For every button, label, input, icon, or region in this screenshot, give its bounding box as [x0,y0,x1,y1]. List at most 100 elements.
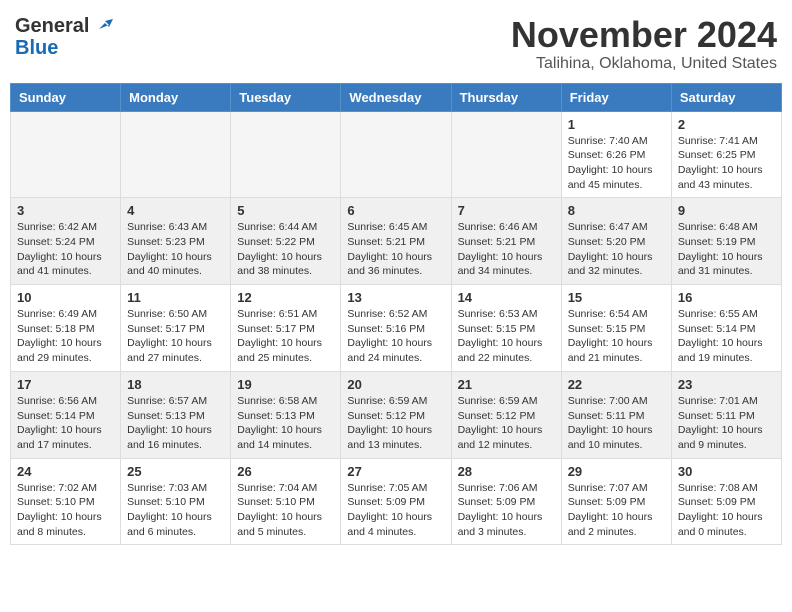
day-number: 12 [237,290,334,305]
day-info: Sunrise: 6:59 AMSunset: 5:12 PMDaylight:… [347,394,444,453]
weekday-header-saturday: Saturday [671,83,781,111]
day-number: 15 [568,290,665,305]
day-number: 21 [458,377,555,392]
day-number: 29 [568,464,665,479]
day-number: 9 [678,203,775,218]
month-title: November 2024 [511,15,777,55]
day-info: Sunrise: 7:06 AMSunset: 5:09 PMDaylight:… [458,481,555,540]
calendar-day-29: 29 Sunrise: 7:07 AMSunset: 5:09 PMDayligh… [561,458,671,545]
weekday-header-thursday: Thursday [451,83,561,111]
day-info: Sunrise: 6:55 AMSunset: 5:14 PMDaylight:… [678,307,775,366]
day-number: 4 [127,203,224,218]
day-number: 13 [347,290,444,305]
day-info: Sunrise: 7:03 AMSunset: 5:10 PMDaylight:… [127,481,224,540]
day-number: 23 [678,377,775,392]
calendar-day-7: 7 Sunrise: 6:46 AMSunset: 5:21 PMDaylight… [451,198,561,285]
day-info: Sunrise: 6:46 AMSunset: 5:21 PMDaylight:… [458,220,555,279]
weekday-header-sunday: Sunday [11,83,121,111]
calendar-day-21: 21 Sunrise: 6:59 AMSunset: 5:12 PMDayligh… [451,371,561,458]
calendar-day-22: 22Sunrise: 7:00 AMSunset: 5:11 PMDayligh… [561,371,671,458]
week-row-1: 1 Sunrise: 7:40 AMSunset: 6:26 PMDaylight… [11,111,782,198]
day-number: 8 [568,203,665,218]
day-info: Sunrise: 6:51 AMSunset: 5:17 PMDaylight:… [237,307,334,366]
day-info: Sunrise: 7:02 AMSunset: 5:10 PMDaylight:… [17,481,114,540]
logo: General Blue [15,15,113,59]
calendar-day-4: 4 Sunrise: 6:43 AMSunset: 5:23 PMDaylight… [121,198,231,285]
calendar-day-2: 2 Sunrise: 7:41 AMSunset: 6:25 PMDaylight… [671,111,781,198]
calendar-day-1: 1 Sunrise: 7:40 AMSunset: 6:26 PMDaylight… [561,111,671,198]
day-number: 20 [347,377,444,392]
day-info: Sunrise: 7:04 AMSunset: 5:10 PMDaylight:… [237,481,334,540]
calendar-day-24: 24 Sunrise: 7:02 AMSunset: 5:10 PMDayligh… [11,458,121,545]
day-info: Sunrise: 7:01 AMSunset: 5:11 PMDaylight:… [678,394,775,453]
calendar-day-9: 9 Sunrise: 6:48 AMSunset: 5:19 PMDaylight… [671,198,781,285]
day-number: 5 [237,203,334,218]
calendar-day-empty [121,111,231,198]
day-info: Sunrise: 6:50 AMSunset: 5:17 PMDaylight:… [127,307,224,366]
day-info: Sunrise: 6:56 AMSunset: 5:14 PMDaylight:… [17,394,114,453]
weekday-header-row: SundayMondayTuesdayWednesdayThursdayFrid… [11,83,782,111]
calendar-day-empty [231,111,341,198]
day-number: 18 [127,377,224,392]
day-number: 28 [458,464,555,479]
calendar-day-27: 27 Sunrise: 7:05 AMSunset: 5:09 PMDayligh… [341,458,451,545]
day-info: Sunrise: 6:45 AMSunset: 5:21 PMDaylight:… [347,220,444,279]
day-info: Sunrise: 7:40 AMSunset: 6:26 PMDaylight:… [568,134,665,193]
day-info: Sunrise: 6:49 AMSunset: 5:18 PMDaylight:… [17,307,114,366]
day-info: Sunrise: 7:41 AMSunset: 6:25 PMDaylight:… [678,134,775,193]
calendar-day-12: 12 Sunrise: 6:51 AMSunset: 5:17 PMDayligh… [231,285,341,372]
day-number: 30 [678,464,775,479]
calendar-day-13: 13Sunrise: 6:52 AMSunset: 5:16 PMDayligh… [341,285,451,372]
day-info: Sunrise: 7:00 AMSunset: 5:11 PMDaylight:… [568,394,665,453]
day-number: 26 [237,464,334,479]
weekday-header-monday: Monday [121,83,231,111]
day-info: Sunrise: 7:05 AMSunset: 5:09 PMDaylight:… [347,481,444,540]
calendar-day-16: 16 Sunrise: 6:55 AMSunset: 5:14 PMDayligh… [671,285,781,372]
page-header: General Blue November 2024 Talihina, Okl… [10,10,782,73]
day-number: 1 [568,117,665,132]
calendar-day-15: 15 Sunrise: 6:54 AMSunset: 5:15 PMDayligh… [561,285,671,372]
calendar-day-3: 3 Sunrise: 6:42 AMSunset: 5:24 PMDaylight… [11,198,121,285]
day-info: Sunrise: 6:54 AMSunset: 5:15 PMDaylight:… [568,307,665,366]
day-number: 27 [347,464,444,479]
day-number: 2 [678,117,775,132]
day-number: 16 [678,290,775,305]
calendar-day-23: 23 Sunrise: 7:01 AMSunset: 5:11 PMDayligh… [671,371,781,458]
day-number: 14 [458,290,555,305]
day-info: Sunrise: 6:53 AMSunset: 5:15 PMDaylight:… [458,307,555,366]
calendar-day-8: 8 Sunrise: 6:47 AMSunset: 5:20 PMDaylight… [561,198,671,285]
calendar-day-14: 14 Sunrise: 6:53 AMSunset: 5:15 PMDayligh… [451,285,561,372]
day-info: Sunrise: 7:08 AMSunset: 5:09 PMDaylight:… [678,481,775,540]
weekday-header-wednesday: Wednesday [341,83,451,111]
day-number: 19 [237,377,334,392]
day-info: Sunrise: 6:57 AMSunset: 5:13 PMDaylight:… [127,394,224,453]
logo-text-blue: Blue [15,37,58,59]
calendar-day-20: 20 Sunrise: 6:59 AMSunset: 5:12 PMDayligh… [341,371,451,458]
calendar-day-19: 19 Sunrise: 6:58 AMSunset: 5:13 PMDayligh… [231,371,341,458]
day-number: 17 [17,377,114,392]
calendar-day-6: 6Sunrise: 6:45 AMSunset: 5:21 PMDaylight… [341,198,451,285]
calendar-day-26: 26 Sunrise: 7:04 AMSunset: 5:10 PMDayligh… [231,458,341,545]
week-row-4: 17 Sunrise: 6:56 AMSunset: 5:14 PMDayligh… [11,371,782,458]
day-info: Sunrise: 6:59 AMSunset: 5:12 PMDaylight:… [458,394,555,453]
logo-text-general: General [15,15,89,37]
day-info: Sunrise: 6:58 AMSunset: 5:13 PMDaylight:… [237,394,334,453]
day-number: 11 [127,290,224,305]
day-info: Sunrise: 6:43 AMSunset: 5:23 PMDaylight:… [127,220,224,279]
day-info: Sunrise: 7:07 AMSunset: 5:09 PMDaylight:… [568,481,665,540]
logo-bird-icon [91,15,113,37]
day-number: 10 [17,290,114,305]
weekday-header-friday: Friday [561,83,671,111]
day-number: 25 [127,464,224,479]
week-row-5: 24 Sunrise: 7:02 AMSunset: 5:10 PMDayligh… [11,458,782,545]
day-number: 3 [17,203,114,218]
day-number: 24 [17,464,114,479]
day-info: Sunrise: 6:42 AMSunset: 5:24 PMDaylight:… [17,220,114,279]
calendar-day-empty [451,111,561,198]
day-number: 7 [458,203,555,218]
calendar-day-10: 10 Sunrise: 6:49 AMSunset: 5:18 PMDayligh… [11,285,121,372]
day-info: Sunrise: 6:47 AMSunset: 5:20 PMDaylight:… [568,220,665,279]
calendar-day-5: 5Sunrise: 6:44 AMSunset: 5:22 PMDaylight… [231,198,341,285]
calendar-day-30: 30 Sunrise: 7:08 AMSunset: 5:09 PMDayligh… [671,458,781,545]
day-info: Sunrise: 6:48 AMSunset: 5:19 PMDaylight:… [678,220,775,279]
